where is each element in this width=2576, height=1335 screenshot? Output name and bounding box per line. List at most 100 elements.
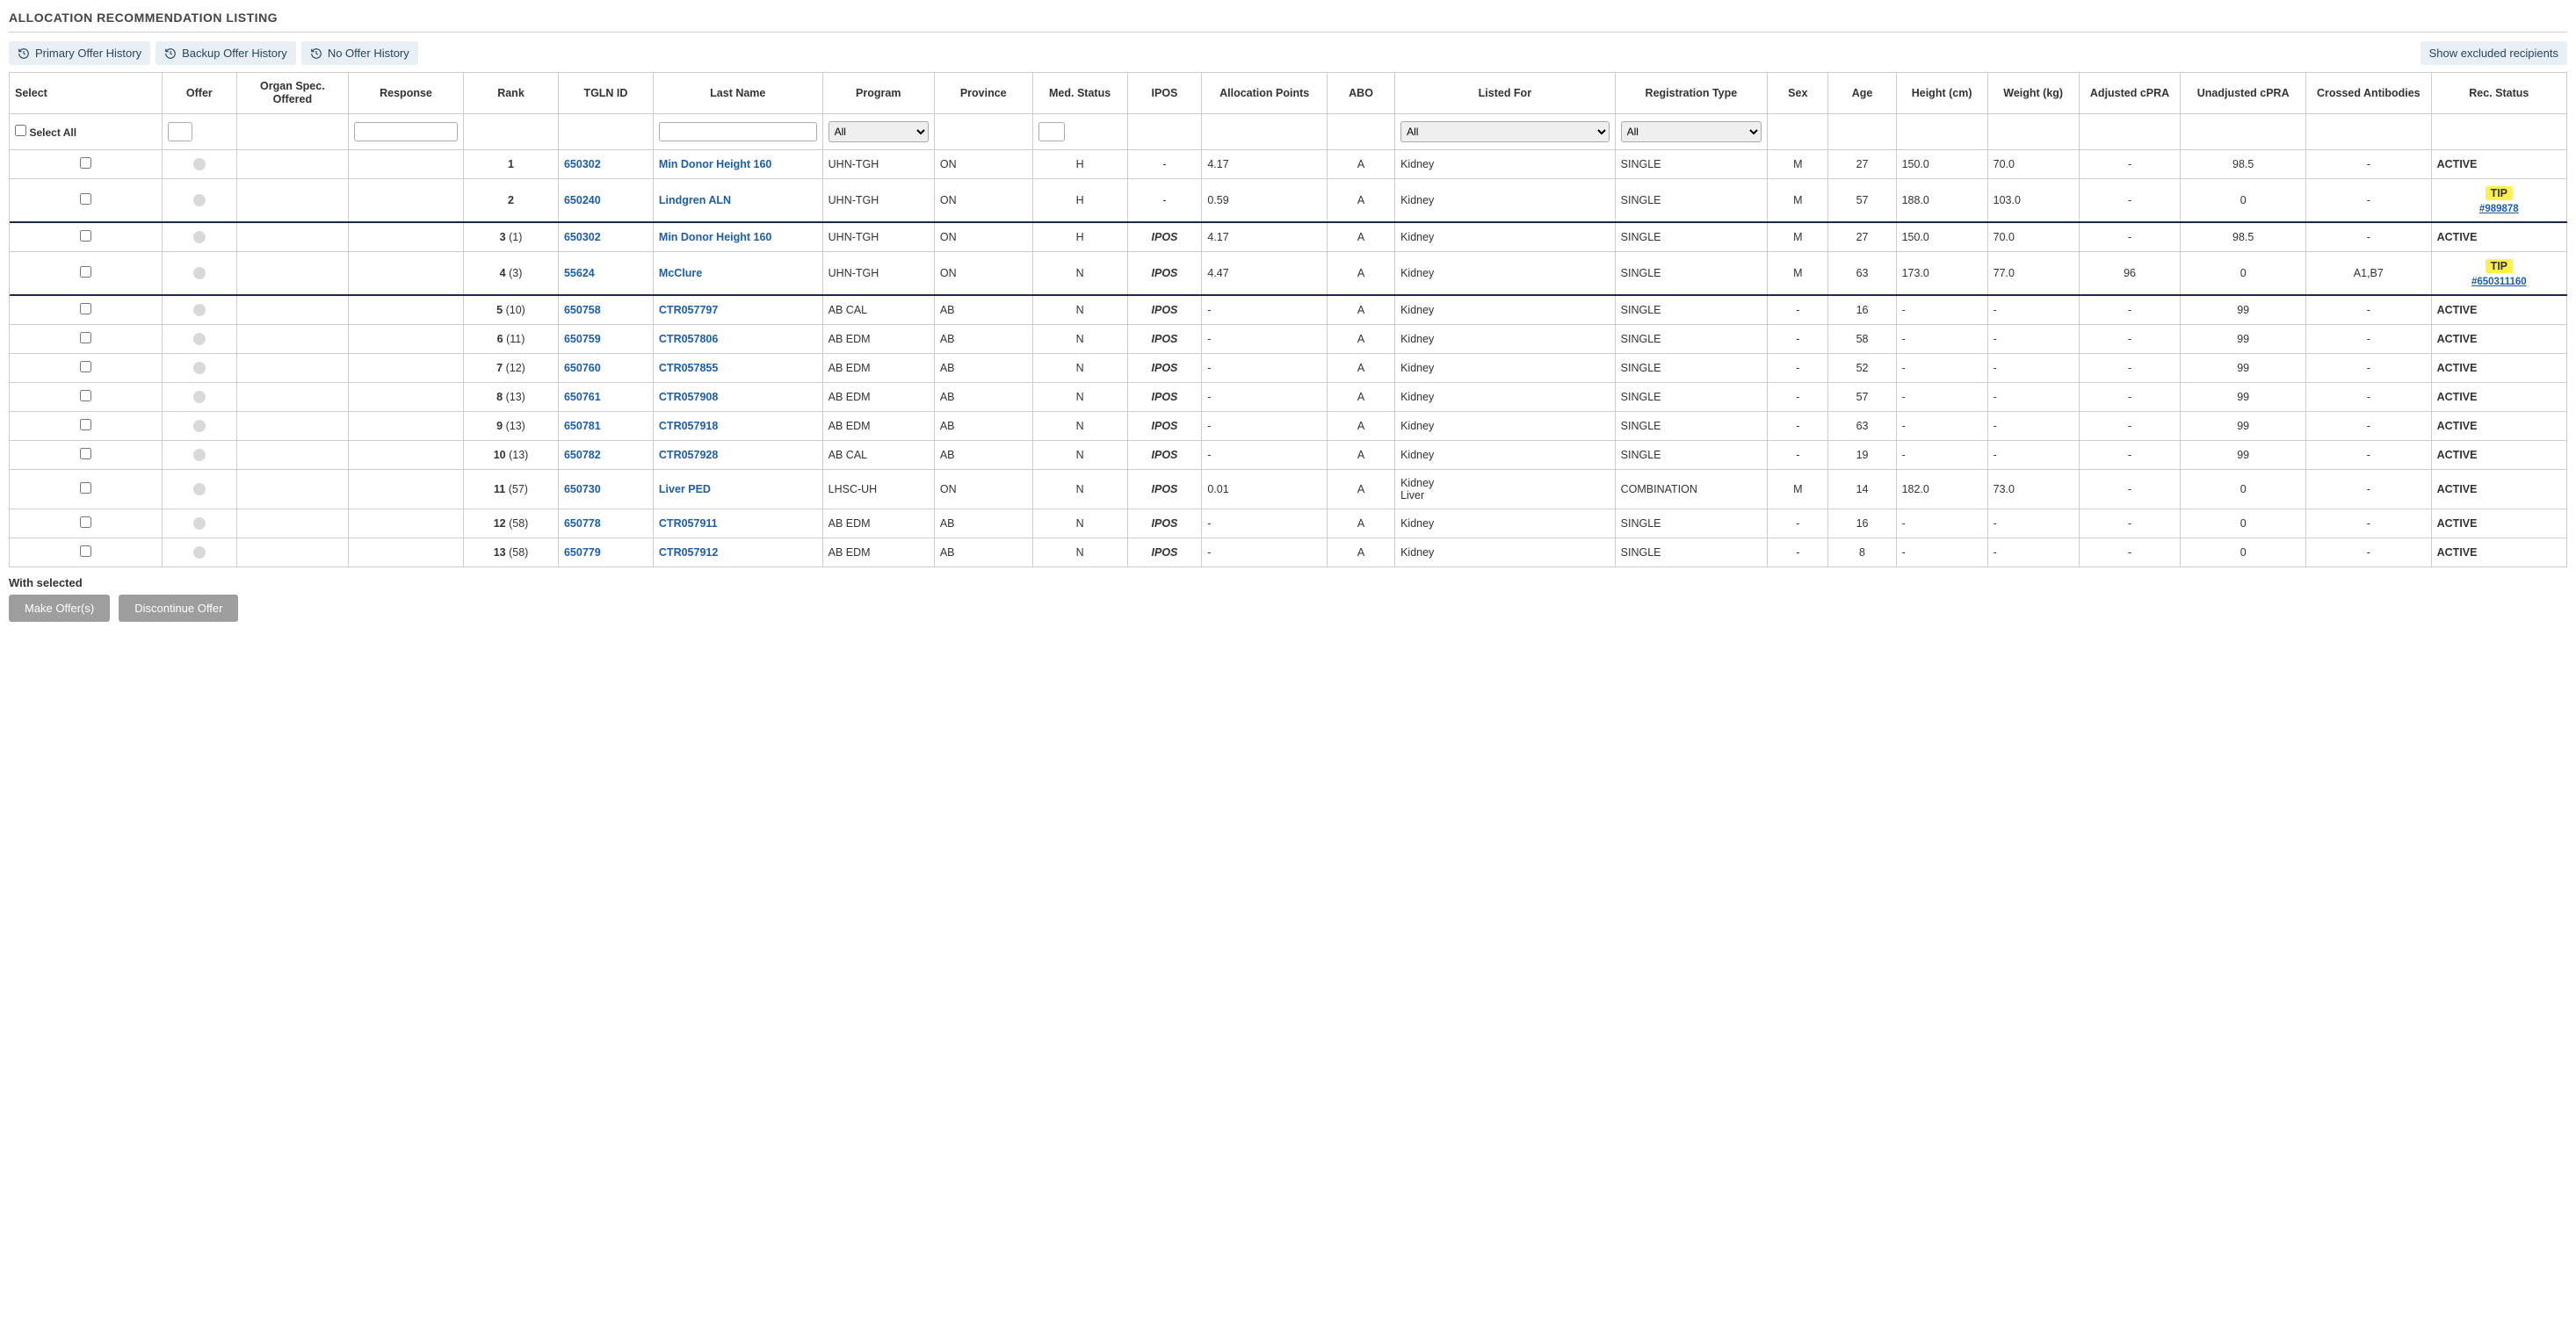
- tgln-id-link[interactable]: 650782: [564, 449, 601, 461]
- registration-type-cell: SINGLE: [1615, 222, 1767, 252]
- col-listed[interactable]: Listed For: [1395, 73, 1616, 114]
- primary-offer-history-button[interactable]: Primary Offer History: [9, 41, 150, 65]
- tgln-id-cell: 650730: [558, 470, 653, 509]
- lastname-link[interactable]: McClure: [659, 267, 702, 279]
- row-select-checkbox[interactable]: [80, 266, 91, 278]
- col-weight[interactable]: Weight (kg): [1987, 73, 2079, 114]
- row-select-checkbox[interactable]: [80, 230, 91, 242]
- lastname-link[interactable]: CTR057797: [659, 304, 718, 316]
- lastname-link[interactable]: Min Donor Height 160: [659, 158, 771, 170]
- col-province[interactable]: Province: [934, 73, 1032, 114]
- offer-status-icon[interactable]: [193, 304, 206, 316]
- lastname-link[interactable]: CTR057918: [659, 420, 718, 432]
- offer-status-icon[interactable]: [193, 420, 206, 432]
- offer-status-icon[interactable]: [193, 231, 206, 243]
- lastname-link[interactable]: CTR057908: [659, 391, 718, 403]
- regtype-filter-select[interactable]: All: [1621, 121, 1762, 142]
- row-select-checkbox[interactable]: [80, 448, 91, 459]
- offer-status-icon[interactable]: [193, 194, 206, 206]
- row-select-checkbox[interactable]: [80, 390, 91, 401]
- row-select-checkbox[interactable]: [80, 419, 91, 430]
- tgln-id-link[interactable]: 650759: [564, 333, 601, 345]
- tgln-id-link[interactable]: 650302: [564, 158, 601, 170]
- tgln-id-link[interactable]: 650302: [564, 231, 601, 243]
- rank-cell: 4 (3): [464, 252, 559, 296]
- col-height[interactable]: Height (cm): [1896, 73, 1987, 114]
- col-med[interactable]: Med. Status: [1032, 73, 1127, 114]
- col-organ[interactable]: Organ Spec. Offered: [236, 73, 348, 114]
- med-filter-input[interactable]: [1038, 122, 1065, 141]
- col-adjcpra[interactable]: Adjusted cPRA: [2079, 73, 2181, 114]
- row-select-checkbox[interactable]: [80, 157, 91, 169]
- row-select-checkbox[interactable]: [80, 545, 91, 557]
- col-offer[interactable]: Offer: [162, 73, 236, 114]
- col-lname[interactable]: Last Name: [653, 73, 822, 114]
- tgln-id-link[interactable]: 55624: [564, 267, 595, 279]
- col-age[interactable]: Age: [1828, 73, 1896, 114]
- offer-status-icon[interactable]: [193, 517, 206, 530]
- tgln-id-link[interactable]: 650761: [564, 391, 601, 403]
- tip-link[interactable]: #989878: [2479, 204, 2519, 214]
- select-all-label[interactable]: Select All: [15, 126, 76, 139]
- tip-link[interactable]: #650311160: [2471, 277, 2527, 287]
- offer-status-icon[interactable]: [193, 267, 206, 279]
- lastname-link[interactable]: CTR057928: [659, 449, 718, 461]
- allocation-table: Select Offer Organ Spec. Offered Respons…: [10, 73, 2567, 567]
- lastname-link[interactable]: CTR057912: [659, 546, 718, 559]
- tgln-id-link[interactable]: 650778: [564, 517, 601, 530]
- discontinue-offer-button[interactable]: Discontinue Offer: [119, 595, 238, 622]
- lastname-link[interactable]: CTR057911: [659, 517, 718, 530]
- offer-status-icon[interactable]: [193, 158, 206, 170]
- offer-status-icon[interactable]: [193, 333, 206, 345]
- offer-status-icon[interactable]: [193, 483, 206, 495]
- abo-cell: A: [1327, 222, 1394, 252]
- col-abo[interactable]: ABO: [1327, 73, 1394, 114]
- lname-filter-input[interactable]: [659, 122, 817, 141]
- row-select-checkbox[interactable]: [80, 332, 91, 343]
- lastname-link[interactable]: Min Donor Height 160: [659, 231, 771, 243]
- col-program[interactable]: Program: [822, 73, 934, 114]
- tgln-id-link[interactable]: 650781: [564, 420, 601, 432]
- lastname-link[interactable]: Lindgren ALN: [659, 194, 731, 206]
- row-select-checkbox[interactable]: [80, 193, 91, 205]
- col-regtype[interactable]: Registration Type: [1615, 73, 1767, 114]
- row-select-checkbox[interactable]: [80, 361, 91, 372]
- col-sex[interactable]: Sex: [1768, 73, 1828, 114]
- row-select-checkbox[interactable]: [80, 482, 91, 494]
- col-points[interactable]: Allocation Points: [1202, 73, 1328, 114]
- col-ipos[interactable]: IPOS: [1127, 73, 1202, 114]
- row-select-checkbox[interactable]: [80, 516, 91, 528]
- tgln-id-link[interactable]: 650760: [564, 362, 601, 374]
- lastname-link[interactable]: CTR057855: [659, 362, 718, 374]
- col-recstat[interactable]: Rec. Status: [2431, 73, 2566, 114]
- lastname-link[interactable]: Liver PED: [659, 483, 711, 495]
- col-rank[interactable]: Rank: [464, 73, 559, 114]
- offer-filter-input[interactable]: [168, 122, 192, 141]
- tgln-id-link[interactable]: 650730: [564, 483, 601, 495]
- offer-status-icon[interactable]: [193, 449, 206, 461]
- select-all-checkbox[interactable]: [15, 125, 26, 136]
- adjusted-cpra-cell: -: [2079, 325, 2181, 354]
- organ-offered-cell: [236, 325, 348, 354]
- col-response[interactable]: Response: [348, 73, 463, 114]
- program-filter-select[interactable]: All: [829, 121, 929, 142]
- show-excluded-button[interactable]: Show excluded recipients: [2420, 41, 2567, 65]
- row-select-checkbox[interactable]: [80, 303, 91, 314]
- offer-status-icon[interactable]: [193, 546, 206, 559]
- tgln-id-link[interactable]: 650779: [564, 546, 601, 559]
- offer-status-icon[interactable]: [193, 391, 206, 403]
- offer-status-icon[interactable]: [193, 362, 206, 374]
- tgln-id-link[interactable]: 650240: [564, 194, 601, 206]
- no-offer-history-button[interactable]: No Offer History: [301, 41, 418, 65]
- lastname-link[interactable]: CTR057806: [659, 333, 718, 345]
- make-offers-button[interactable]: Make Offer(s): [9, 595, 110, 622]
- col-unadj[interactable]: Unadjusted cPRA: [2181, 73, 2306, 114]
- listed-filter-select[interactable]: All: [1400, 121, 1610, 142]
- tgln-id-link[interactable]: 650758: [564, 304, 601, 316]
- col-tgln[interactable]: TGLN ID: [558, 73, 653, 114]
- backup-offer-history-button[interactable]: Backup Offer History: [156, 41, 296, 65]
- col-crossed[interactable]: Crossed Antibodies: [2306, 73, 2432, 114]
- col-select[interactable]: Select: [10, 73, 162, 114]
- response-filter-input[interactable]: [354, 122, 458, 141]
- row-select-cell: [10, 441, 162, 470]
